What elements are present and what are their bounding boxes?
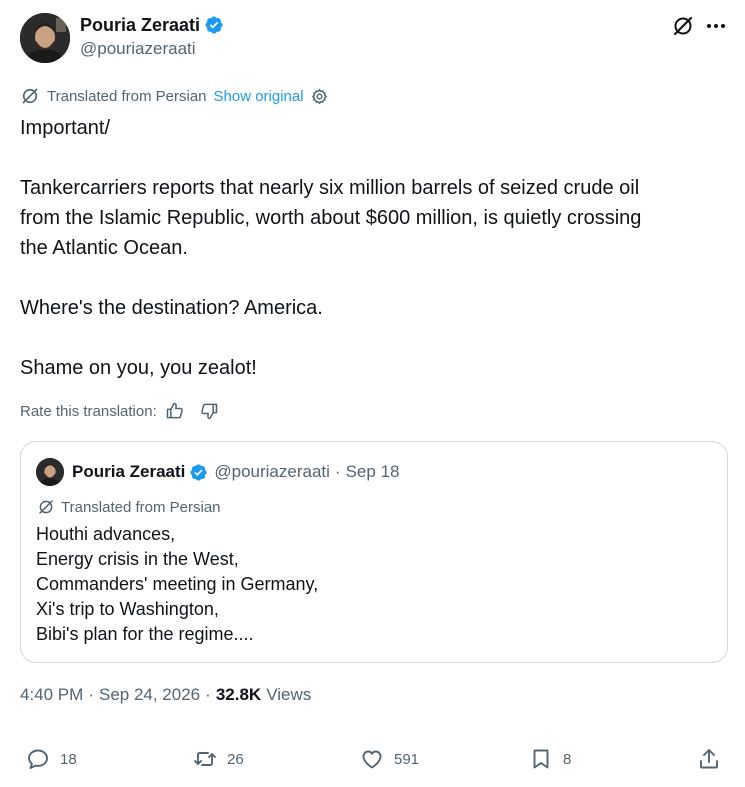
tweet-meta: 4:40 PM · Sep 24, 2026 · 32.8K Views bbox=[20, 683, 311, 707]
action-bar: 18 26 591 8 bbox=[0, 744, 745, 774]
tweet-time[interactable]: 4:40 PM bbox=[20, 685, 83, 705]
tweet-text: Important/ Tankercarriers reports that n… bbox=[20, 113, 730, 383]
tweet-line: Tankercarriers reports that nearly six m… bbox=[20, 177, 640, 199]
views-count: 32.8K bbox=[215, 685, 262, 704]
author-name[interactable]: Pouria Zeraati bbox=[80, 13, 200, 37]
quoted-tweet-text: Houthi advances, Energy crisis in the We… bbox=[36, 522, 318, 647]
quoted-line: Bibi's plan for the regime.... bbox=[36, 624, 254, 644]
grok-icon[interactable] bbox=[671, 14, 695, 38]
tweet-line-break bbox=[20, 263, 730, 293]
reply-button[interactable]: 18 bbox=[26, 744, 77, 774]
translate-icon bbox=[39, 500, 53, 514]
like-count: 591 bbox=[394, 750, 420, 768]
rate-translation-row: Rate this translation: bbox=[20, 399, 219, 423]
tweet-line: Important/ bbox=[20, 117, 111, 139]
rate-translation-label: Rate this translation: bbox=[20, 402, 157, 420]
bookmark-button[interactable]: 8 bbox=[529, 744, 571, 774]
share-icon bbox=[700, 749, 718, 769]
translated-label: Translated from Persian bbox=[47, 87, 207, 105]
share-button[interactable] bbox=[697, 744, 721, 774]
quoted-line: Commanders' meeting in Germany, bbox=[36, 574, 319, 594]
bookmark-icon bbox=[533, 749, 549, 769]
quoted-date: Sep 18 bbox=[345, 462, 400, 481]
tweet-line-break bbox=[20, 143, 730, 173]
quoted-translated-label: Translated from Persian bbox=[61, 498, 221, 516]
quoted-author-handle: @pouriazeraati bbox=[214, 462, 330, 481]
retweet-count: 26 bbox=[227, 750, 244, 768]
quoted-line: Houthi advances, bbox=[36, 524, 176, 544]
reply-icon bbox=[28, 749, 48, 769]
heart-icon bbox=[362, 750, 382, 769]
tweet-date[interactable]: Sep 24, 2026 bbox=[99, 685, 200, 705]
meta-separator: · bbox=[205, 685, 211, 704]
verified-badge-icon bbox=[190, 463, 207, 481]
show-original-link[interactable]: Show original bbox=[214, 88, 304, 105]
tweet-line: Where's the destination? America. bbox=[20, 297, 323, 319]
author-avatar[interactable] bbox=[20, 13, 70, 63]
quoted-tweet-header: Pouria Zeraati @pouriazeraati · Sep 18 bbox=[36, 458, 399, 486]
quoted-tweet-card[interactable]: Pouria Zeraati @pouriazeraati · Sep 18 T… bbox=[20, 441, 728, 663]
meta-separator: · bbox=[88, 685, 94, 704]
quoted-translation-notice: Translated from Persian bbox=[37, 496, 221, 518]
quoted-author-name: Pouria Zeraati bbox=[72, 462, 186, 481]
tweet-line-break bbox=[20, 323, 730, 353]
more-options-icon[interactable] bbox=[704, 14, 728, 38]
reply-count: 18 bbox=[60, 750, 77, 768]
translate-icon bbox=[22, 88, 38, 104]
quoted-author-avatar bbox=[36, 458, 64, 486]
verified-badge-icon bbox=[205, 16, 223, 34]
avatar-image bbox=[36, 458, 64, 486]
retweet-icon bbox=[194, 752, 216, 766]
author-handle[interactable]: @pouriazeraati bbox=[80, 37, 196, 61]
quoted-line: Xi's trip to Washington, bbox=[36, 599, 219, 619]
translation-notice: Translated from Persian Show original bbox=[20, 85, 329, 107]
tweet-line: Shame on you, you zealot! bbox=[20, 357, 257, 379]
avatar-image bbox=[20, 13, 70, 63]
thumbs-up-icon[interactable] bbox=[165, 401, 185, 421]
quoted-separator: · bbox=[334, 462, 341, 481]
views-label: Views bbox=[266, 685, 312, 704]
bookmark-count: 8 bbox=[563, 750, 572, 768]
retweet-button[interactable]: 26 bbox=[193, 744, 244, 774]
tweet-line: from the Islamic Republic, worth about $… bbox=[20, 207, 642, 229]
quoted-line: Energy crisis in the West, bbox=[36, 549, 239, 569]
thumbs-down-icon[interactable] bbox=[199, 401, 219, 421]
author-name-row[interactable]: Pouria Zeraati bbox=[80, 13, 224, 37]
gear-icon[interactable] bbox=[310, 87, 329, 106]
like-button[interactable]: 591 bbox=[360, 744, 419, 774]
tweet-line: the Atlantic Ocean. bbox=[20, 237, 188, 259]
